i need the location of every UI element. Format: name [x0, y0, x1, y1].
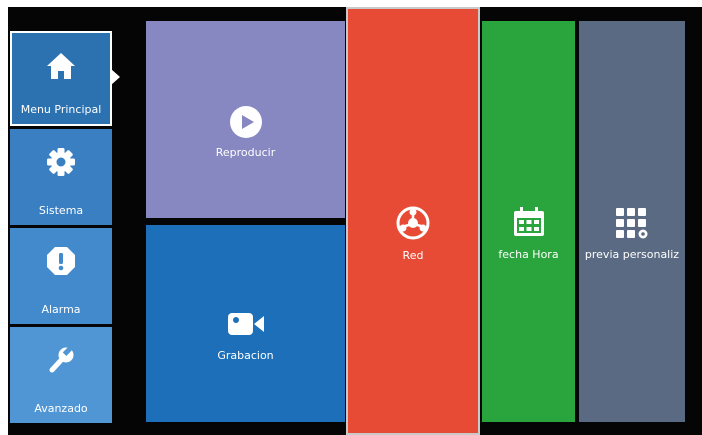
tile-label: Reproducir — [215, 146, 276, 159]
tile-grabacion[interactable]: Grabacion — [146, 225, 345, 422]
network-icon — [348, 206, 478, 240]
sidebar-item-alarma[interactable]: Alarma — [10, 228, 112, 324]
sidebar-item-sistema[interactable]: Sistema — [10, 129, 112, 225]
sidebar-item-label: Sistema — [38, 204, 84, 217]
tile-reproducir[interactable]: Reproducir — [146, 21, 345, 218]
sidebar-item-menu-principal[interactable]: Menu Principal — [10, 31, 112, 126]
sidebar-item-label: Alarma — [41, 303, 81, 316]
sidebar-item-avanzado[interactable]: Avanzado — [10, 327, 112, 423]
play-icon — [146, 105, 345, 139]
tile-label: fecha Hora — [498, 248, 559, 261]
grid-settings-icon — [579, 207, 685, 239]
tile-label: Red — [402, 249, 424, 262]
tile-label: previa personaliz — [584, 248, 680, 261]
tile-label: Grabacion — [217, 349, 274, 362]
sidebar-item-label: Avanzado — [34, 402, 88, 415]
video-camera-icon — [146, 311, 345, 337]
sidebar-item-label: Menu Principal — [20, 103, 102, 116]
calendar-icon — [482, 207, 575, 237]
wrench-icon — [10, 345, 112, 375]
home-icon — [12, 51, 110, 81]
tile-previa-personalizada[interactable]: previa personaliz — [579, 21, 685, 422]
gear-icon — [10, 147, 112, 177]
tile-red[interactable]: Red — [346, 7, 480, 435]
alert-octagon-icon — [10, 246, 112, 276]
tile-fecha-hora[interactable]: fecha Hora — [482, 21, 575, 422]
selection-arrow — [111, 69, 120, 85]
